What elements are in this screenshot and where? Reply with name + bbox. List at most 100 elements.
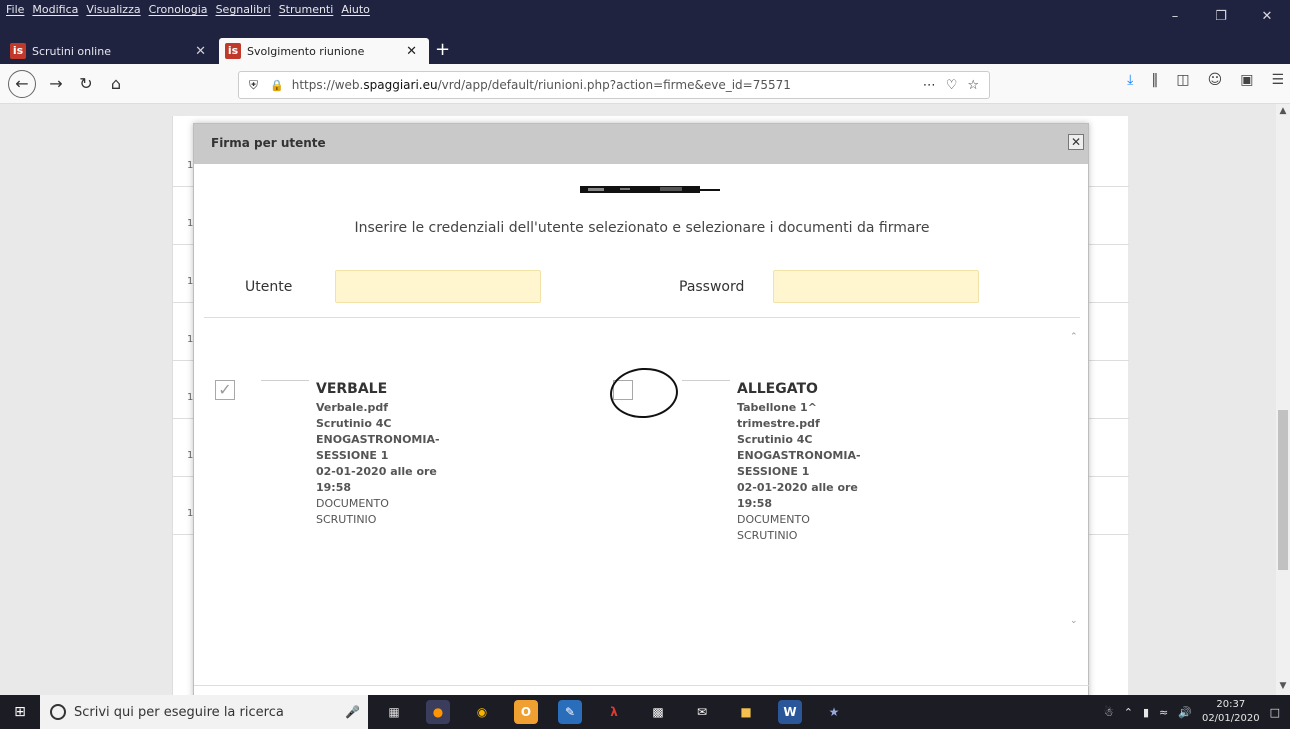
toolbar-right: ⤓ ‖ ◫ ☺ ▣ ☰ [1127, 72, 1284, 88]
download-icon[interactable]: ⤓ [1127, 72, 1133, 88]
menu-cronologia[interactable]: Cronologia [149, 0, 208, 22]
new-tab-icon[interactable]: + [435, 38, 450, 62]
outlook-icon[interactable]: O [514, 700, 538, 724]
document-category: DOCUMENTO SCRUTINIO [316, 497, 389, 526]
close-tab-icon[interactable]: ✕ [406, 44, 417, 59]
document-details: Verbale.pdf Scrutinio 4C ENOGASTRONOMIA-… [316, 400, 440, 528]
page-scroll-thumb[interactable] [1278, 410, 1288, 570]
password-label: Password [679, 279, 745, 295]
signature-dialog: Firma per utente ✕ Inserire le credenzia… [193, 123, 1090, 695]
file-explorer-icon[interactable]: ■ [734, 700, 758, 724]
page-content: 1 1 1 1 1 1 1 Firma per utente ✕ Inserir… [0, 104, 1276, 695]
menu-aiuto[interactable]: Aiuto [341, 0, 370, 22]
show-hidden-icons-icon[interactable]: ⌃ [1124, 706, 1133, 719]
menu-visualizza[interactable]: Visualizza [86, 0, 140, 22]
page-scroll-down-icon[interactable]: ▼ [1276, 681, 1290, 691]
menu-strumenti[interactable]: Strumenti [279, 0, 334, 22]
documents-scrollbar[interactable]: ⌃ ⌄ [1068, 332, 1082, 632]
dialog-instructions: Inserire le credenziali dell'utente sele… [354, 220, 930, 236]
url-prefix: https://web. [291, 78, 364, 92]
hand-drawn-circle-annotation [608, 365, 680, 421]
mail-icon[interactable]: ✉ [690, 700, 714, 724]
close-window-icon[interactable]: ✕ [1244, 0, 1290, 34]
dialog-title: Firma per utente [211, 136, 326, 150]
sidebar-icon[interactable]: ◫ [1176, 72, 1189, 88]
volume-icon[interactable]: 🔊 [1178, 706, 1192, 719]
scroll-down-icon[interactable]: ⌄ [1070, 616, 1078, 626]
document-type: VERBALE [316, 381, 388, 397]
tab-scrutini-online[interactable]: is Scrutini online ✕ [10, 38, 210, 64]
tab-label: Svolgimento riunione [247, 44, 365, 58]
notifications-icon[interactable]: □ [1270, 706, 1280, 719]
firefox-icon[interactable]: ● [426, 700, 450, 724]
people-icon[interactable]: ☃ [1104, 706, 1114, 719]
taskbar: ⊞ Scrivi qui per eseguire la ricerca 🎤 ▦… [0, 695, 1290, 729]
microphone-icon[interactable]: 🎤 [345, 705, 360, 719]
bookmark-star-icon[interactable]: ☆ [967, 78, 979, 93]
tab-svolgimento-riunione[interactable]: is Svolgimento riunione ✕ [219, 38, 429, 64]
clock-date: 02/01/2020 [1201, 713, 1260, 724]
window-controls: – ❐ ✕ [1152, 0, 1290, 34]
address-bar[interactable]: ⛨ 🔒 https://web. spaggiari.eu/vrd/app/def… [238, 71, 990, 99]
menu-hamburger-icon[interactable]: ☰ [1271, 72, 1284, 88]
user-input[interactable] [335, 270, 541, 303]
forward-icon[interactable]: → [44, 72, 68, 96]
document-separator [261, 380, 309, 381]
redacted-username [580, 186, 720, 193]
document-filename: Tabellone 1^ trimestre.pdf [737, 401, 820, 430]
document-date: 02-01-2020 alle ore 19:58 [737, 481, 858, 510]
minimize-icon[interactable]: – [1152, 0, 1198, 34]
lock-icon[interactable]: 🔒 [270, 79, 284, 92]
document-filename: Verbale.pdf [316, 401, 389, 414]
document-details: Tabellone 1^ trimestre.pdf Scrutinio 4C … [737, 400, 861, 544]
scroll-up-icon[interactable]: ⌃ [1070, 332, 1078, 342]
store-icon[interactable]: ▩ [646, 700, 670, 724]
tab-bar: is Scrutini online ✕ is Svolgimento riun… [0, 34, 1290, 64]
search-placeholder: Scrivi qui per eseguire la ricerca [74, 704, 284, 720]
dialog-header: Firma per utente ✕ [194, 124, 1088, 164]
menu-file[interactable]: File [6, 0, 24, 22]
battery-icon[interactable]: ▮ [1143, 706, 1149, 719]
paint-icon[interactable]: ✎ [558, 700, 582, 724]
cortana-icon[interactable] [50, 704, 66, 720]
paint-palette-icon[interactable]: ★ [822, 700, 846, 724]
tracking-shield-icon[interactable]: ⛨ [249, 78, 258, 93]
dialog-footer-divider [194, 685, 1090, 686]
verbale-checkbox[interactable]: ✓ [215, 380, 235, 400]
document-category: DOCUMENTO SCRUTINIO [737, 513, 810, 542]
document-type: ALLEGATO [737, 381, 818, 397]
page-actions-icon[interactable]: ⋯ [923, 78, 936, 93]
reload-icon[interactable]: ↻ [74, 72, 98, 96]
pocket-toolbar-icon[interactable]: ▣ [1240, 72, 1253, 88]
clock[interactable]: 20:37 02/01/2020 [1202, 698, 1260, 726]
back-icon[interactable]: ← [8, 70, 36, 98]
word-icon[interactable]: W [778, 700, 802, 724]
chrome-icon[interactable]: ◉ [470, 700, 494, 724]
menu-segnalibri[interactable]: Segnalibri [216, 0, 271, 22]
url-domain: spaggiari.eu [363, 78, 438, 92]
user-label: Utente [245, 279, 293, 295]
windows-start-icon[interactable]: ⊞ [0, 695, 40, 729]
dialog-divider [204, 317, 1080, 318]
clock-time: 20:37 [1216, 699, 1246, 710]
page-scrollbar[interactable]: ▲ ▼ [1276, 104, 1290, 695]
title-bar: File Modifica Visualizza Cronologia Segn… [0, 0, 1290, 34]
page-scroll-up-icon[interactable]: ▲ [1276, 106, 1290, 116]
wifi-icon[interactable]: ≈ [1159, 706, 1168, 719]
library-icon[interactable]: ‖ [1151, 72, 1158, 88]
dialog-close-icon[interactable]: ✕ [1068, 134, 1084, 150]
pocket-icon[interactable]: ♡ [946, 78, 958, 93]
spaggiari-favicon-icon: is [225, 43, 241, 59]
acrobat-icon[interactable]: λ [602, 700, 626, 724]
close-tab-icon[interactable]: ✕ [195, 44, 206, 59]
menu-modifica[interactable]: Modifica [32, 0, 78, 22]
taskbar-search[interactable]: Scrivi qui per eseguire la ricerca 🎤 [40, 695, 368, 729]
task-view-icon[interactable]: ▦ [382, 700, 406, 724]
home-icon[interactable]: ⌂ [104, 72, 128, 96]
system-tray: ☃ ⌃ ▮ ≈ 🔊 20:37 02/01/2020 □ [1104, 695, 1290, 729]
password-input[interactable] [773, 270, 979, 303]
restore-icon[interactable]: ❐ [1198, 0, 1244, 34]
taskbar-apps: ▦ ● ◉ O ✎ λ ▩ ✉ ■ W ★ [382, 700, 846, 724]
tab-label: Scrutini online [32, 44, 111, 58]
account-icon[interactable]: ☺ [1208, 72, 1223, 88]
